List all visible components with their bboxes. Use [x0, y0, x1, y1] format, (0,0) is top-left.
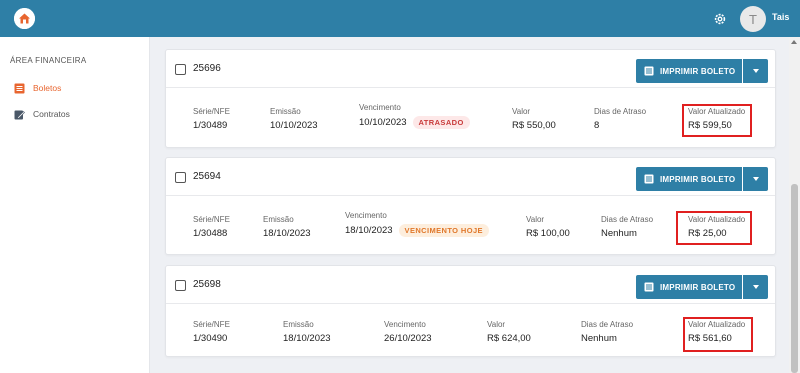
field-label: Série/NFE	[193, 215, 230, 224]
valor-atualizado-field: Valor Atualizado R$ 599,50	[688, 107, 745, 131]
print-button-label: IMPRIMIR BOLETO	[660, 282, 736, 292]
status-badge: ATRASADO	[412, 116, 470, 129]
field-value: 8	[594, 120, 600, 131]
top-bar: T Tais	[0, 0, 800, 37]
field-label: Emissão	[263, 215, 294, 224]
field-label: Vencimento	[359, 103, 401, 112]
sidebar-item-label: Contratos	[33, 109, 70, 119]
document-icon	[644, 174, 654, 184]
boleto-card: 25694 IMPRIMIR BOLETO Série/NFE 1/30488 …	[165, 157, 776, 255]
select-checkbox[interactable]	[175, 64, 186, 75]
emissao-field: Emissão 10/10/2023	[270, 107, 318, 131]
field-value: 1/30489	[193, 120, 228, 131]
valor-field: Valor R$ 624,00	[487, 320, 531, 344]
field-value: R$ 561,60	[688, 333, 732, 344]
valor-atualizado-field: Valor Atualizado R$ 25,00	[688, 215, 745, 239]
chevron-down-icon	[752, 285, 759, 289]
boleto-id: 25696	[193, 63, 221, 74]
serie-field: Série/NFE 1/30490	[193, 320, 230, 344]
document-icon	[644, 282, 654, 292]
scrollbar-thumb[interactable]	[791, 184, 798, 373]
dias-atraso-field: Dias de Atraso Nenhum	[581, 320, 633, 344]
field-value: 26/10/2023	[384, 333, 432, 344]
field-label: Valor Atualizado	[688, 107, 746, 116]
field-label: Dias de Atraso	[601, 215, 654, 224]
field-label: Valor	[512, 107, 531, 116]
print-button-label: IMPRIMIR BOLETO	[660, 174, 736, 184]
card-header: 25696 IMPRIMIR BOLETO	[166, 50, 775, 88]
field-value: 18/10/2023	[283, 333, 331, 344]
field-value: R$ 100,00	[526, 228, 570, 239]
sidebar-item-boletos[interactable]: Boletos	[14, 81, 61, 95]
sidebar: ÁREA FINANCEIRA Boletos Contratos	[0, 37, 150, 373]
boleto-card: 25698 IMPRIMIR BOLETO Série/NFE 1/30490 …	[165, 265, 776, 357]
boleto-id: 25698	[193, 279, 221, 290]
user-name[interactable]: Tais	[772, 12, 789, 22]
field-value: 10/10/2023	[270, 120, 318, 131]
field-label: Série/NFE	[193, 107, 230, 116]
field-label: Valor Atualizado	[688, 215, 746, 224]
field-value: 10/10/2023	[359, 117, 407, 128]
field-label: Dias de Atraso	[581, 320, 634, 329]
field-label: Valor Atualizado	[688, 320, 746, 329]
print-button-label: IMPRIMIR BOLETO	[660, 66, 736, 76]
vencimento-field: Vencimento 26/10/2023	[384, 320, 432, 344]
field-value: 18/10/2023	[345, 225, 393, 236]
print-options-dropdown[interactable]	[743, 59, 768, 83]
edit-document-icon	[14, 110, 25, 119]
field-value: Nenhum	[581, 333, 617, 344]
gear-icon[interactable]	[712, 11, 728, 27]
field-label: Valor	[526, 215, 545, 224]
card-header: 25694 IMPRIMIR BOLETO	[166, 158, 775, 196]
serie-field: Série/NFE 1/30489	[193, 107, 230, 131]
print-options-dropdown[interactable]	[743, 275, 768, 299]
sidebar-section-title: ÁREA FINANCEIRA	[10, 56, 87, 65]
field-value: R$ 624,00	[487, 333, 531, 344]
field-value: R$ 25,00	[688, 228, 727, 239]
vencimento-field: Vencimento 10/10/2023 ATRASADO	[359, 103, 470, 129]
print-boleto-button[interactable]: IMPRIMIR BOLETO	[636, 275, 742, 299]
field-value: Nenhum	[601, 228, 637, 239]
valor-field: Valor R$ 550,00	[512, 107, 556, 131]
home-logo-icon[interactable]	[14, 8, 35, 29]
sidebar-item-contratos[interactable]: Contratos	[14, 107, 70, 121]
sidebar-item-label: Boletos	[33, 83, 62, 93]
select-checkbox[interactable]	[175, 172, 186, 183]
field-label: Emissão	[270, 107, 301, 116]
boleto-id: 25694	[193, 171, 221, 182]
field-value: R$ 550,00	[512, 120, 556, 131]
document-list-icon	[14, 83, 25, 93]
emissao-field: Emissão 18/10/2023	[263, 215, 311, 239]
vencimento-field: Vencimento 18/10/2023 VENCIMENTO HOJE	[345, 211, 489, 237]
field-value: 18/10/2023	[263, 228, 311, 239]
scroll-up-arrow-icon[interactable]	[791, 40, 797, 44]
field-value: 1/30490	[193, 333, 228, 344]
select-checkbox[interactable]	[175, 280, 186, 291]
print-boleto-button[interactable]: IMPRIMIR BOLETO	[636, 167, 742, 191]
field-label: Emissão	[283, 320, 314, 329]
dias-atraso-field: Dias de Atraso 8	[594, 107, 646, 131]
serie-field: Série/NFE 1/30488	[193, 215, 230, 239]
card-header: 25698 IMPRIMIR BOLETO	[166, 266, 775, 304]
status-badge: VENCIMENTO HOJE	[398, 224, 489, 237]
field-value: 1/30488	[193, 228, 228, 239]
dias-atraso-field: Dias de Atraso Nenhum	[601, 215, 653, 239]
print-options-dropdown[interactable]	[743, 167, 768, 191]
document-icon	[644, 66, 654, 76]
field-label: Vencimento	[345, 211, 387, 220]
print-boleto-button[interactable]: IMPRIMIR BOLETO	[636, 59, 742, 83]
emissao-field: Emissão 18/10/2023	[283, 320, 331, 344]
field-value: R$ 599,50	[688, 120, 732, 131]
boleto-card: 25696 IMPRIMIR BOLETO Série/NFE 1/30489 …	[165, 49, 776, 148]
valor-atualizado-field: Valor Atualizado R$ 561,60	[688, 320, 745, 344]
valor-field: Valor R$ 100,00	[526, 215, 570, 239]
chevron-down-icon	[752, 177, 759, 181]
field-label: Dias de Atraso	[594, 107, 647, 116]
chevron-down-icon	[752, 69, 759, 73]
field-label: Valor	[487, 320, 506, 329]
field-label: Vencimento	[384, 320, 426, 329]
avatar[interactable]: T	[740, 6, 766, 32]
field-label: Série/NFE	[193, 320, 230, 329]
